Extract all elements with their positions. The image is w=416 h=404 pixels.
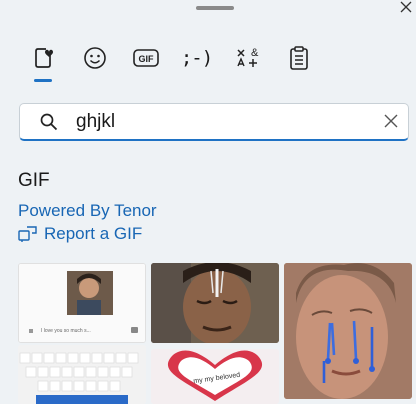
- close-button[interactable]: [396, 0, 416, 14]
- clipboard-icon: [289, 46, 308, 70]
- search-box: [19, 103, 409, 141]
- gif-thumbnail-3: [284, 263, 412, 399]
- svg-text:&: &: [251, 47, 259, 59]
- tab-symbols[interactable]: &: [222, 40, 273, 76]
- tab-gif[interactable]: GIF: [120, 40, 171, 76]
- gif-thumbnail-2: [151, 263, 279, 343]
- gif-result-2[interactable]: [151, 263, 279, 343]
- gif-result-5[interactable]: my my beloved: [151, 349, 279, 404]
- powered-by-tenor-link[interactable]: Powered By Tenor: [18, 201, 157, 221]
- heart-sticker-icon: [34, 48, 53, 68]
- report-gif-label: Report a GIF: [44, 224, 143, 243]
- gif-thumbnail-1: I love you so much s...: [19, 264, 145, 342]
- report-gif-link[interactable]: Report a GIF: [18, 224, 142, 244]
- drag-handle[interactable]: [196, 6, 234, 10]
- close-icon: [400, 1, 412, 13]
- gif-tab-label: GIF: [138, 54, 154, 64]
- smiley-icon: [83, 47, 106, 69]
- report-icon: [18, 226, 37, 242]
- gif-result-1[interactable]: I love you so much s...: [18, 263, 146, 343]
- gif-thumbnail-5: my my beloved: [151, 349, 279, 404]
- symbols-icon: &: [236, 47, 259, 67]
- clear-search-icon[interactable]: [384, 114, 398, 128]
- gif-result-3[interactable]: [284, 263, 412, 399]
- gif-result-4[interactable]: [18, 345, 146, 404]
- tab-emoji[interactable]: [69, 40, 120, 76]
- search-input[interactable]: [74, 108, 368, 136]
- tab-kaomoji[interactable]: ;-): [171, 40, 222, 76]
- section-title: GIF: [18, 170, 50, 191]
- tab-favorites[interactable]: [18, 40, 69, 82]
- gif-caption-1: I love you so much s...: [41, 328, 91, 334]
- gif-thumbnail-4: [18, 345, 146, 404]
- kaomoji-icon: ;-): [180, 47, 213, 69]
- gif-icon: GIF: [132, 49, 159, 67]
- search-icon: [40, 113, 58, 131]
- category-tabs: GIF ;-) &: [18, 40, 324, 86]
- tab-clipboard[interactable]: [273, 40, 324, 76]
